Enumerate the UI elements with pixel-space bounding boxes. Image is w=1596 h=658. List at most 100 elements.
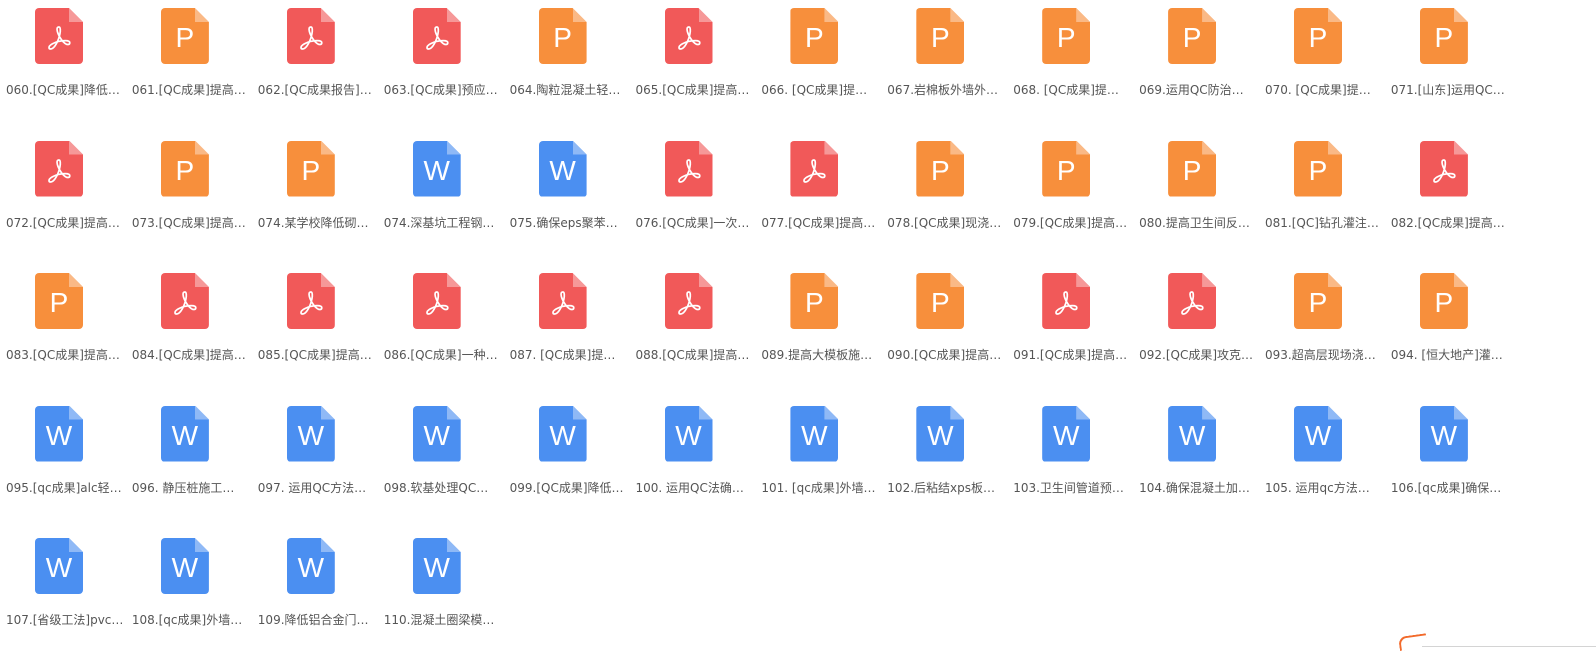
file-name: 099.[QC成果]降低… bbox=[509, 480, 624, 495]
file-item[interactable]: P 070. [QC成果]提… bbox=[1265, 0, 1391, 128]
ppt-letter-icon: P bbox=[175, 154, 195, 186]
file-name: 076.[QC成果]一次… bbox=[635, 215, 750, 230]
file-name: 097. 运用QC方法… bbox=[257, 480, 367, 495]
file-item[interactable]: P 061.[QC成果]提高… bbox=[132, 0, 258, 128]
file-item[interactable]: W 107.[省级工法]pvc… bbox=[6, 530, 132, 658]
file-item[interactable]: 062.[QC成果报告]… bbox=[258, 0, 384, 128]
word-file-icon: W bbox=[1168, 406, 1216, 462]
file-name: 087. [QC成果]提… bbox=[509, 348, 616, 362]
file-name: 084.[QC成果]提高… bbox=[131, 348, 246, 362]
file-item[interactable]: 086.[QC成果]一种… bbox=[384, 265, 510, 393]
file-item[interactable]: 060.[QC成果]降低… bbox=[6, 0, 132, 128]
file-item[interactable]: W 099.[QC成果]降低… bbox=[510, 398, 636, 526]
file-item[interactable]: W 101. [qc成果]外墙… bbox=[761, 398, 887, 526]
file-item[interactable]: 082.[QC成果]提高… bbox=[1391, 133, 1517, 261]
file-name: 098.软基处理QC… bbox=[383, 480, 489, 495]
file-name: 108.[qc成果]外墙… bbox=[131, 613, 243, 627]
file-item[interactable]: 085.[QC成果]提高… bbox=[258, 265, 384, 393]
file-item[interactable]: 088.[QC成果]提高… bbox=[636, 265, 762, 393]
file-item[interactable]: P 068. [QC成果]提… bbox=[1013, 0, 1139, 128]
word-file-icon: W bbox=[287, 538, 335, 594]
file-name: 102.后粘结xps板… bbox=[887, 480, 995, 495]
file-name: 069.运用QC防治… bbox=[1139, 83, 1244, 97]
file-item[interactable]: P 094. [恒大地产]灌… bbox=[1391, 265, 1517, 393]
file-name: 074.深基坑工程钢… bbox=[383, 215, 495, 230]
file-item[interactable]: P 066. [QC成果]提… bbox=[761, 0, 887, 128]
file-item[interactable]: 087. [QC成果]提… bbox=[510, 265, 636, 393]
word-letter-icon: W bbox=[423, 419, 450, 451]
file-item[interactable]: W 103.卫生间管道预… bbox=[1013, 398, 1139, 526]
file-item[interactable]: 092.[QC成果]攻克… bbox=[1139, 265, 1265, 393]
file-item[interactable]: W 106.[qc成果]确保… bbox=[1391, 398, 1517, 526]
word-file-icon: W bbox=[916, 406, 964, 462]
ppt-file-icon: P bbox=[790, 273, 838, 329]
file-item[interactable]: W 098.软基处理QC… bbox=[384, 398, 510, 526]
file-item[interactable]: W 108.[qc成果]外墙… bbox=[132, 530, 258, 658]
ppt-file-icon: P bbox=[161, 141, 209, 197]
file-item[interactable]: W 100. 运用QC法确… bbox=[636, 398, 762, 526]
file-item[interactable]: P 074.某学校降低砌… bbox=[258, 133, 384, 261]
ppt-file-icon: P bbox=[916, 8, 964, 64]
ppt-letter-icon: P bbox=[1434, 287, 1454, 318]
ppt-letter-icon: P bbox=[553, 22, 572, 53]
file-item[interactable]: P 067.岩棉板外墙外… bbox=[887, 0, 1013, 128]
file-item[interactable]: P 069.运用QC防治… bbox=[1139, 0, 1265, 128]
file-name: 082.[QC成果]提高… bbox=[1390, 215, 1505, 230]
file-name: 071.[山东]运用QC… bbox=[1390, 83, 1505, 97]
word-letter-icon: W bbox=[801, 419, 828, 451]
file-name: 105. 运用qc方法… bbox=[1265, 480, 1370, 495]
file-name: 078.[QC成果]现浇… bbox=[887, 215, 1002, 230]
file-item[interactable]: W 110.混凝土圈梁模… bbox=[384, 530, 510, 658]
file-item[interactable]: W 096. 静压桩施工… bbox=[132, 398, 258, 526]
ppt-letter-icon: P bbox=[1434, 22, 1454, 53]
file-item[interactable]: P 083.[QC成果]提高… bbox=[6, 265, 132, 393]
file-item[interactable]: W 097. 运用QC方法… bbox=[258, 398, 384, 526]
file-item[interactable]: P 064.陶粒混凝土轻… bbox=[510, 0, 636, 128]
file-item[interactable]: 091.[QC成果]提高… bbox=[1013, 265, 1139, 393]
ppt-file-icon: P bbox=[161, 8, 209, 64]
word-file-icon: W bbox=[1042, 406, 1090, 462]
file-item[interactable]: W 105. 运用qc方法… bbox=[1265, 398, 1391, 526]
file-item[interactable]: 065.[QC成果]提高… bbox=[636, 0, 762, 128]
ppt-file-icon: P bbox=[287, 141, 335, 197]
file-item[interactable]: P 071.[山东]运用QC… bbox=[1391, 0, 1517, 128]
file-name: 073.[QC成果]提高… bbox=[131, 215, 246, 230]
file-item[interactable]: W 102.后粘结xps板… bbox=[887, 398, 1013, 526]
file-name: 101. [qc成果]外墙… bbox=[761, 480, 876, 495]
file-name: 100. 运用QC法确… bbox=[635, 480, 744, 495]
file-name: 080.提高卫生间反… bbox=[1139, 215, 1250, 230]
ppt-file-icon: P bbox=[790, 8, 838, 64]
ppt-letter-icon: P bbox=[1056, 154, 1076, 186]
word-file-icon: W bbox=[161, 538, 209, 594]
ppt-file-icon: P bbox=[916, 273, 964, 329]
file-item[interactable]: P 089.提高大模板施… bbox=[761, 265, 887, 393]
file-item[interactable]: 063.[QC成果]预应… bbox=[384, 0, 510, 128]
file-item[interactable]: P 078.[QC成果]现浇… bbox=[887, 133, 1013, 261]
file-item[interactable]: W 095.[qc成果]alc轻… bbox=[6, 398, 132, 526]
file-item[interactable]: P 081.[QC]钻孔灌注… bbox=[1265, 133, 1391, 261]
pdf-file-icon bbox=[287, 8, 335, 64]
file-item[interactable]: P 080.提高卫生间反… bbox=[1139, 133, 1265, 261]
file-item[interactable]: 072.[QC成果]提高… bbox=[6, 133, 132, 261]
file-item[interactable]: 076.[QC成果]一次… bbox=[636, 133, 762, 261]
word-letter-icon: W bbox=[675, 419, 702, 451]
ppt-letter-icon: P bbox=[805, 22, 824, 53]
file-item[interactable]: P 093.超高层现场浇… bbox=[1265, 265, 1391, 393]
pdf-file-icon bbox=[35, 8, 83, 64]
file-name: 091.[QC成果]提高… bbox=[1013, 348, 1128, 362]
file-item[interactable]: P 079.[QC成果]提高… bbox=[1013, 133, 1139, 261]
ppt-file-icon: P bbox=[1042, 141, 1090, 197]
file-item[interactable]: W 075.确保eps聚苯… bbox=[510, 133, 636, 261]
file-name: 106.[qc成果]确保… bbox=[1390, 480, 1502, 495]
file-item[interactable]: 084.[QC成果]提高… bbox=[132, 265, 258, 393]
file-item[interactable]: W 074.深基坑工程钢… bbox=[384, 133, 510, 261]
file-item[interactable]: P 073.[QC成果]提高… bbox=[132, 133, 258, 261]
file-item[interactable]: W 104.确保混凝土加… bbox=[1139, 398, 1265, 526]
file-name: 074.某学校降低砌… bbox=[257, 215, 369, 230]
file-item[interactable]: P 090.[QC成果]提高… bbox=[887, 265, 1013, 393]
ppt-letter-icon: P bbox=[301, 154, 321, 186]
pdf-file-icon bbox=[665, 273, 713, 329]
ppt-file-icon: P bbox=[1294, 8, 1342, 64]
file-item[interactable]: W 109.降低铝合金门… bbox=[258, 530, 384, 658]
file-item[interactable]: 077.[QC成果]提高… bbox=[761, 133, 887, 261]
